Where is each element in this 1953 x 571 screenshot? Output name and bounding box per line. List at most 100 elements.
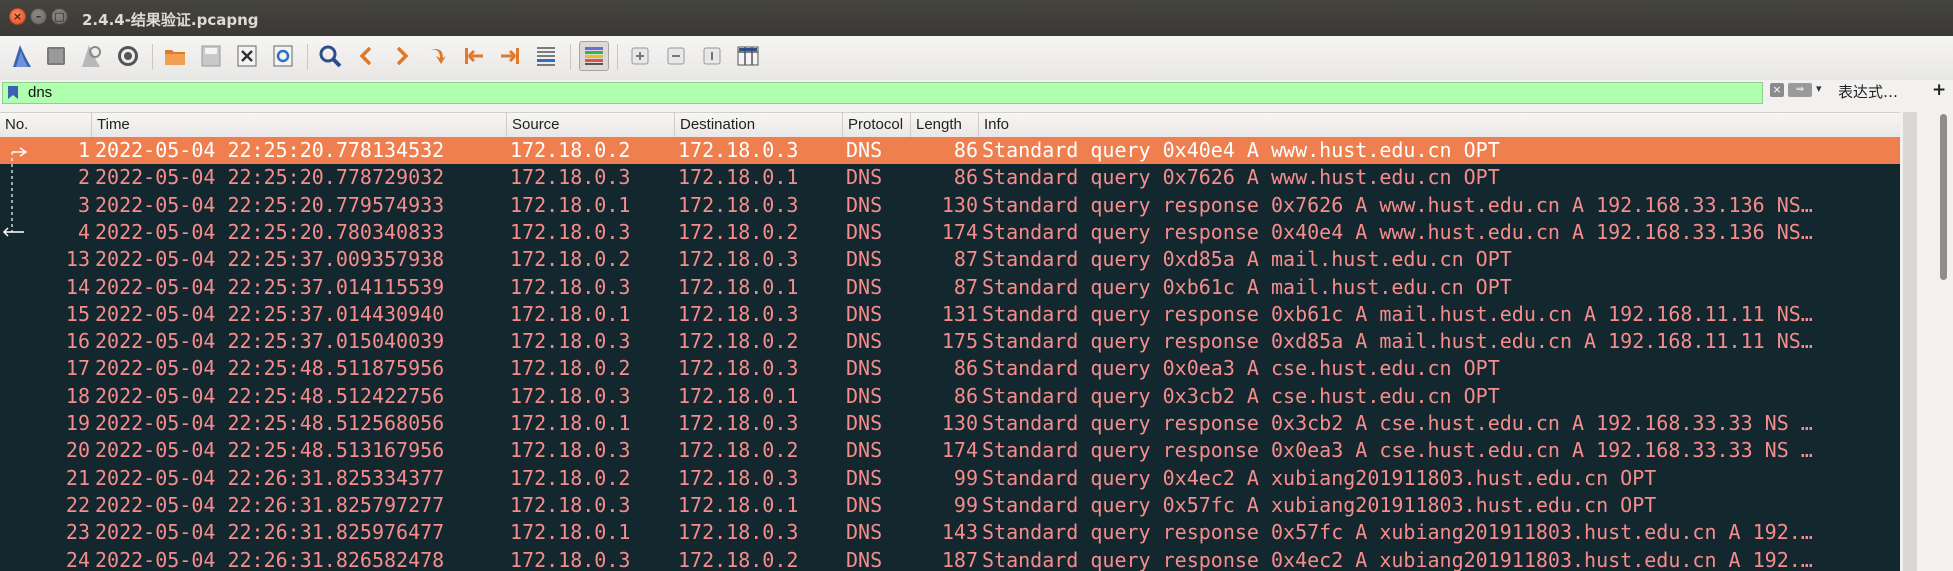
apply-filter-icon[interactable]: ⇒ [1788, 83, 1812, 97]
packet-no: 19 [65, 411, 90, 435]
packet-row[interactable]: 21 2022-05-04 22:26:31.825334377 172.18.0.… [0, 465, 1900, 492]
packet-time: 2022-05-04 22:25:20.778134532 [95, 138, 445, 162]
close-file-icon[interactable] [232, 41, 262, 71]
maximize-window-icon[interactable]: □ [51, 8, 68, 25]
packet-row[interactable]: 19 2022-05-04 22:25:48.512568056 172.18.0.… [0, 410, 1900, 437]
filter-bookmark-icon[interactable] [8, 86, 18, 99]
colorize-icon[interactable] [579, 41, 609, 71]
column-header-no[interactable]: No. [0, 113, 92, 137]
packet-no: 21 [65, 465, 90, 490]
packet-row[interactable]: 24 2022-05-04 22:26:31.826582478 172.18.0.… [0, 547, 1900, 571]
packet-destination: 172.18.0.3 [678, 411, 799, 435]
packet-time: 2022-05-04 22:26:31.825334377 [95, 465, 445, 490]
packet-source: 172.18.0.3 [510, 383, 631, 408]
packet-destination: 172.18.0.3 [678, 138, 799, 162]
packet-row[interactable]: 14 2022-05-04 22:25:37.014115539 172.18.0.… [0, 274, 1900, 301]
packet-protocol: DNS [846, 547, 883, 571]
packet-source: 172.18.0.1 [510, 301, 631, 326]
packet-source: 172.18.0.1 [510, 520, 631, 545]
toolbar-separator [152, 44, 153, 70]
packet-row[interactable]: 3 2022-05-04 22:25:20.779574933 172.18.0.1… [0, 192, 1900, 219]
normal-size-icon[interactable] [697, 41, 727, 71]
filter-history-dropdown-icon[interactable]: ▾ [1816, 82, 1822, 95]
packet-no: 17 [65, 356, 90, 381]
capture-options-icon[interactable] [113, 41, 143, 71]
minimize-window-icon[interactable]: – [30, 8, 47, 25]
packet-row[interactable]: 20 2022-05-04 22:25:48.513167956 172.18.0.… [0, 437, 1900, 464]
go-first-icon[interactable] [459, 41, 489, 71]
scrollbar-thumb[interactable] [1940, 114, 1947, 280]
packet-protocol: DNS [846, 138, 883, 162]
clear-filter-icon[interactable]: × [1770, 83, 1784, 97]
packet-row[interactable]: 1 2022-05-04 22:25:20.778134532 172.18.0.2… [0, 137, 1900, 164]
packet-info: Standard query response 0xd85a A mail.hu… [982, 329, 1813, 354]
save-file-icon[interactable] [196, 41, 226, 71]
column-header-source[interactable]: Source [507, 113, 675, 137]
stop-capture-icon[interactable] [41, 41, 71, 71]
packet-info: Standard query response 0x4ec2 A xubiang… [982, 547, 1813, 571]
packet-list-header: No. Time Source Destination Protocol Len… [0, 112, 1900, 138]
packet-protocol: DNS [846, 438, 883, 463]
packet-time: 2022-05-04 22:25:48.512568056 [95, 411, 445, 435]
go-to-packet-icon[interactable] [423, 41, 453, 71]
related-packets-indicator [2, 147, 28, 237]
packet-info: Standard query 0x0ea3 A cse.hust.edu.cn … [982, 356, 1500, 381]
packet-time: 2022-05-04 22:25:37.009357938 [95, 247, 445, 272]
reload-file-icon[interactable] [268, 41, 298, 71]
packet-time: 2022-05-04 22:25:20.780340833 [95, 219, 445, 244]
restart-capture-icon[interactable] [76, 41, 106, 71]
packet-time: 2022-05-04 22:26:31.825976477 [95, 520, 445, 545]
display-filter-input[interactable]: dns [2, 82, 1763, 104]
wireshark-window: × – □ 2.4.4-结果验证.pcapng dns × ⇒ ▾ 表达式… +… [0, 0, 1953, 571]
packet-destination: 172.18.0.3 [678, 247, 799, 272]
packet-destination: 172.18.0.3 [678, 301, 799, 326]
go-forward-icon[interactable] [387, 41, 417, 71]
column-header-length[interactable]: Length [911, 113, 979, 137]
open-file-icon[interactable] [160, 41, 190, 71]
packet-row[interactable]: 15 2022-05-04 22:25:37.014430940 172.18.0.… [0, 301, 1900, 328]
add-filter-button[interactable]: + [1932, 80, 1946, 100]
window-title: 2.4.4-结果验证.pcapng [82, 11, 259, 29]
packet-info: Standard query 0x40e4 A www.hust.edu.cn … [982, 138, 1500, 162]
resize-columns-icon[interactable] [733, 41, 763, 71]
packet-info: Standard query response 0x40e4 A www.hus… [982, 219, 1813, 244]
packet-row[interactable]: 16 2022-05-04 22:25:37.015040039 172.18.0.… [0, 328, 1900, 355]
column-header-protocol[interactable]: Protocol [843, 113, 911, 137]
packet-info: Standard query response 0x3cb2 A cse.hus… [982, 411, 1813, 435]
packet-list: 1 2022-05-04 22:25:20.778134532 172.18.0.2… [0, 137, 1900, 571]
close-window-icon[interactable]: × [9, 8, 26, 25]
packet-destination: 172.18.0.3 [678, 520, 799, 545]
find-packet-icon[interactable] [315, 41, 345, 71]
packet-list-scrollbar[interactable] [1902, 112, 1953, 571]
packet-protocol: DNS [846, 465, 883, 490]
packet-row[interactable]: 22 2022-05-04 22:26:31.825797277 172.18.0.… [0, 492, 1900, 519]
column-header-destination[interactable]: Destination [675, 113, 843, 137]
packet-length: 86 [953, 356, 978, 381]
packet-time: 2022-05-04 22:26:31.825797277 [95, 492, 445, 517]
packet-destination: 172.18.0.1 [678, 492, 799, 517]
toolbar-separator [570, 44, 571, 70]
packet-row[interactable]: 23 2022-05-04 22:26:31.825976477 172.18.0.… [0, 519, 1900, 546]
packet-row[interactable]: 17 2022-05-04 22:25:48.511875956 172.18.0.… [0, 355, 1900, 382]
go-last-icon[interactable] [495, 41, 525, 71]
column-header-info[interactable]: Info [979, 113, 1900, 137]
packet-source: 172.18.0.2 [510, 356, 631, 381]
packet-info: Standard query response 0xb61c A mail.hu… [982, 301, 1813, 326]
packet-no: 14 [65, 274, 90, 299]
expression-button[interactable]: 表达式… [1838, 81, 1898, 102]
packet-row[interactable]: 4 2022-05-04 22:25:20.780340833 172.18.0.3… [0, 219, 1900, 246]
column-header-time[interactable]: Time [92, 113, 507, 137]
packet-destination: 172.18.0.2 [678, 438, 799, 463]
start-capture-icon[interactable] [7, 41, 37, 71]
packet-row[interactable]: 2 2022-05-04 22:25:20.778729032 172.18.0.3… [0, 164, 1900, 191]
packet-source: 172.18.0.3 [510, 329, 631, 354]
packet-source: 172.18.0.3 [510, 219, 631, 244]
packet-row[interactable]: 18 2022-05-04 22:25:48.512422756 172.18.0.… [0, 383, 1900, 410]
zoom-out-icon[interactable] [661, 41, 691, 71]
packet-destination: 172.18.0.3 [678, 192, 799, 217]
packet-row[interactable]: 13 2022-05-04 22:25:37.009357938 172.18.0.… [0, 246, 1900, 273]
packet-no: 22 [65, 492, 90, 517]
zoom-in-icon[interactable] [625, 41, 655, 71]
go-back-icon[interactable] [351, 41, 381, 71]
autoscroll-icon[interactable] [531, 41, 561, 71]
